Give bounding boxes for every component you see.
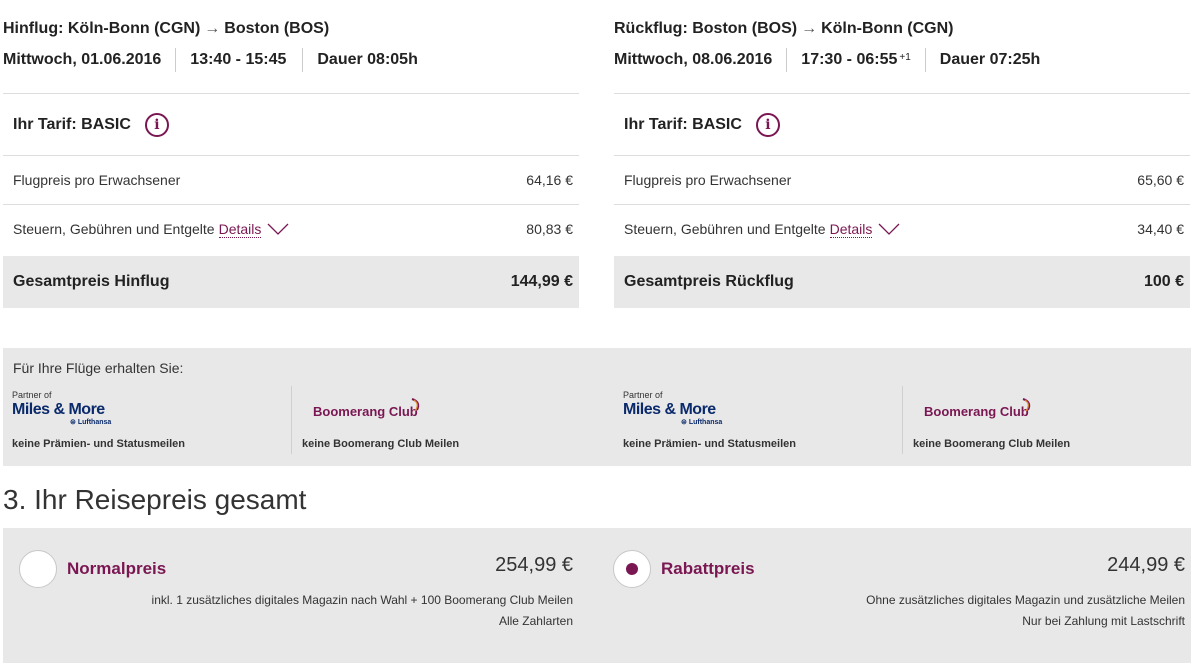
rabattpreis-label[interactable]: Rabattpreis — [661, 559, 755, 579]
bonus-miles-panel: Für Ihre Flüge erhalten Sie: Partner of … — [3, 348, 1191, 466]
return-route-to: Köln-Bonn (CGN) — [821, 20, 954, 37]
outbound-tariff-label: Ihr Tarif: BASIC — [13, 116, 131, 133]
outbound-tax-row: Steuern, Gebühren und Entgelte Details 8… — [3, 205, 579, 253]
outbound-duration: Dauer 08:05h — [302, 48, 432, 72]
return-route-from: Rückflug: Boston (BOS) — [614, 20, 798, 37]
outbound-tariff: Ihr Tarif: BASIC i — [13, 110, 169, 140]
chevron-down-icon[interactable] — [878, 223, 900, 235]
return-meta: Mittwoch, 08.06.2016 17:30 - 06:55 +1 Dau… — [614, 48, 1054, 72]
return-route: Rückflug: Boston (BOS) → Köln-Bonn (CGN) — [614, 20, 954, 38]
outbound-details-link[interactable]: Details — [218, 221, 262, 238]
info-icon[interactable]: i — [144, 113, 169, 137]
outbound-fare-label: Flugpreis pro Erwachsener — [13, 172, 181, 188]
outbound-meta: Mittwoch, 01.06.2016 13:40 - 15:45 Dauer… — [3, 48, 432, 72]
mm-note: keine Prämien- und Statusmeilen — [12, 438, 185, 450]
mm-partner-of: Partner of — [12, 390, 52, 400]
return-tariff-label: Ihr Tarif: BASIC — [624, 116, 742, 133]
return-tariff: Ihr Tarif: BASIC i — [624, 110, 780, 140]
return-duration: Dauer 07:25h — [924, 48, 1055, 72]
outbound-time: 13:40 - 15:45 — [175, 48, 302, 72]
rabattpreis-price: 244,99 € — [1107, 554, 1185, 576]
outbound-total-value: 144,99 € — [510, 273, 573, 290]
boomerang-swoosh-icon — [411, 398, 420, 412]
return-tax-label: Steuern, Gebühren und Entgelte — [624, 221, 826, 237]
return-time-sup: +1 — [899, 52, 911, 63]
price-options-panel: Normalpreis 254,99 € inkl. 1 zusätzliche… — [3, 528, 1191, 663]
return-total-value: 100 € — [1143, 273, 1184, 290]
section-title-total-price: 3. Ihr Reisepreis gesamt — [3, 484, 307, 515]
bonus-title: Für Ihre Flüge erhalten Sie: — [13, 360, 184, 376]
miles-more-partner-return: Partner of Miles & More ⊜ Lufthansa kein… — [623, 386, 903, 454]
outbound-tax-label-group: Steuern, Gebühren und Entgelte Details — [13, 221, 289, 238]
divider — [3, 93, 579, 94]
info-icon[interactable]: i — [755, 113, 780, 137]
option-rabattpreis[interactable]: Rabattpreis 244,99 € Ohne zusätzliches d… — [611, 528, 1191, 663]
return-tax-label-group: Steuern, Gebühren und Entgelte Details — [624, 221, 900, 238]
return-tax-row: Steuern, Gebühren und Entgelte Details 3… — [614, 205, 1190, 253]
outbound-time-text: 13:40 - 15:45 — [190, 51, 287, 68]
radio-normalpreis[interactable] — [19, 550, 57, 588]
boomerang-partner-return: Boomerang Club keine Boomerang Club Meil… — [902, 386, 1182, 454]
return-time-text: 17:30 - 06:55 — [801, 51, 898, 68]
miles-more-logo: Miles & More — [12, 401, 105, 418]
outbound-tax-value: 80,83 € — [526, 221, 573, 237]
divider — [614, 93, 1190, 94]
rabattpreis-payment: Nur bei Zahlung mit Lastschrift — [1022, 614, 1185, 628]
return-fare-row: Flugpreis pro Erwachsener 65,60 € — [614, 156, 1190, 204]
arrow-right-icon: → — [801, 20, 818, 37]
outbound-total-row: Gesamtpreis Hinflug 144,99 € — [3, 256, 579, 308]
outbound-route-to: Boston (BOS) — [224, 20, 330, 37]
outbound-route: Hinflug: Köln-Bonn (CGN) → Boston (BOS) — [3, 20, 329, 38]
boomerang-club-logo: Boomerang Club — [924, 404, 1029, 419]
outbound-route-from: Hinflug: Köln-Bonn (CGN) — [3, 20, 201, 37]
rabattpreis-description: Ohne zusätzliches digitales Magazin und … — [866, 593, 1185, 607]
radio-selected-dot — [626, 563, 638, 575]
lufthansa-tag: ⊜ Lufthansa — [681, 418, 722, 426]
lufthansa-text: Lufthansa — [77, 419, 112, 426]
outbound-total-label: Gesamtpreis Hinflug — [13, 273, 170, 290]
return-total-row: Gesamtpreis Rückflug 100 € — [614, 256, 1190, 308]
arrow-right-icon: → — [204, 20, 221, 37]
lufthansa-crane-icon: ⊜ — [70, 419, 76, 426]
outbound-date: Mittwoch, 01.06.2016 — [3, 51, 162, 68]
return-total-label: Gesamtpreis Rückflug — [624, 273, 794, 290]
return-details-link[interactable]: Details — [829, 221, 873, 238]
normalpreis-description: inkl. 1 zusätzliches digitales Magazin n… — [151, 593, 573, 607]
return-date: Mittwoch, 08.06.2016 — [614, 51, 773, 68]
lufthansa-tag: ⊜ Lufthansa — [70, 418, 111, 426]
normalpreis-payment: Alle Zahlarten — [498, 614, 573, 628]
bc-note: keine Boomerang Club Meilen — [302, 438, 460, 450]
normalpreis-price: 254,99 € — [495, 554, 573, 576]
option-normalpreis[interactable]: Normalpreis 254,99 € inkl. 1 zusätzliche… — [3, 528, 579, 663]
normalpreis-label[interactable]: Normalpreis — [67, 559, 166, 579]
miles-more-logo: Miles & More — [623, 401, 716, 418]
miles-more-partner-outbound: Partner of Miles & More ⊜ Lufthansa kein… — [12, 386, 292, 454]
lufthansa-crane-icon: ⊜ — [681, 419, 687, 426]
chevron-down-icon[interactable] — [267, 223, 289, 235]
return-tax-value: 34,40 € — [1137, 221, 1184, 237]
bc-note: keine Boomerang Club Meilen — [913, 438, 1071, 450]
outbound-fare-row: Flugpreis pro Erwachsener 64,16 € — [3, 156, 579, 204]
mm-partner-of: Partner of — [623, 390, 663, 400]
outbound-fare-value: 64,16 € — [526, 172, 573, 188]
return-fare-value: 65,60 € — [1137, 172, 1184, 188]
return-time: 17:30 - 06:55 +1 — [786, 48, 924, 72]
boomerang-swoosh-icon — [1022, 398, 1031, 412]
return-fare-label: Flugpreis pro Erwachsener — [624, 172, 792, 188]
boomerang-partner-outbound: Boomerang Club keine Boomerang Club Meil… — [291, 386, 611, 454]
outbound-tax-label: Steuern, Gebühren und Entgelte — [13, 221, 215, 237]
mm-note: keine Prämien- und Statusmeilen — [623, 438, 796, 450]
boomerang-club-logo: Boomerang Club — [313, 404, 418, 419]
lufthansa-text: Lufthansa — [688, 419, 723, 426]
radio-rabattpreis[interactable] — [613, 550, 651, 588]
